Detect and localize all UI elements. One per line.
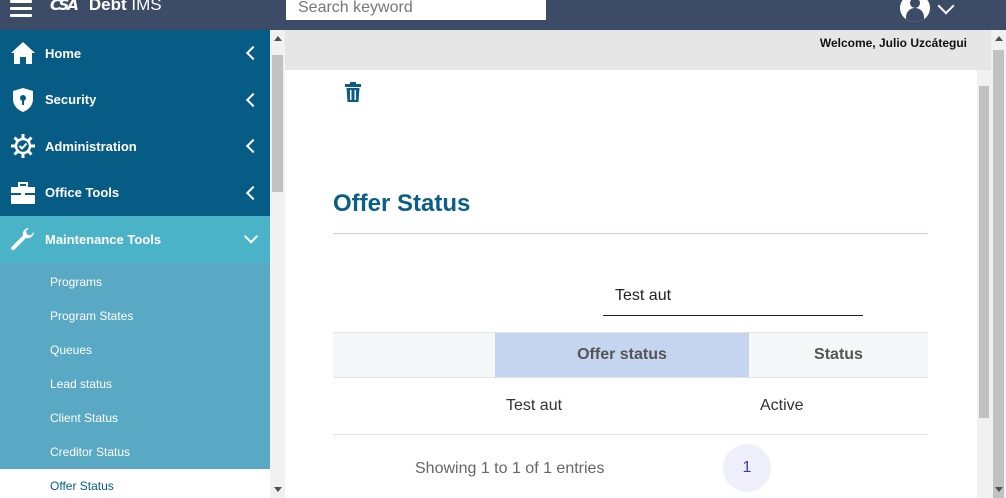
sidebar: Home Security Administration Office Tool… xyxy=(0,30,270,498)
submenu-item-programs[interactable]: Programs xyxy=(0,265,270,299)
welcome-text: Welcome, Julio Uzcátegui xyxy=(819,36,967,50)
sidebar-item-administration[interactable]: Administration xyxy=(0,123,270,170)
column-header-status[interactable]: Status xyxy=(749,333,928,377)
table-cell-offer-status: Test aut xyxy=(506,397,563,414)
hamburger-icon[interactable] xyxy=(10,0,34,20)
entries-info: Showing 1 to 1 of 1 entries xyxy=(415,460,605,477)
chevron-down-icon[interactable] xyxy=(937,0,955,15)
welcome-bar: Welcome, Julio Uzcátegui xyxy=(285,30,991,70)
sidebar-item-label: Maintenance Tools xyxy=(45,231,162,247)
page-title: Offer Status xyxy=(333,190,471,217)
scrollbar-thumb[interactable] xyxy=(272,55,283,192)
submenu-item-offer-status[interactable]: Offer Status xyxy=(0,468,270,498)
sidebar-item-maintenance-tools[interactable]: Maintenance Tools xyxy=(0,216,270,263)
wrench-icon xyxy=(10,226,36,252)
scroll-up-arrow-icon[interactable] xyxy=(995,36,1003,41)
table-row[interactable]: Test aut Active xyxy=(333,378,928,435)
shield-icon xyxy=(10,87,36,113)
sidebar-item-label: Office Tools xyxy=(45,185,120,201)
table-cell-status: Active xyxy=(760,397,804,414)
pagination-page-1[interactable]: 1 xyxy=(723,444,771,492)
scroll-down-arrow-icon[interactable] xyxy=(274,487,282,492)
submenu-item-client-status[interactable]: Client Status xyxy=(0,401,270,435)
column-header-actions xyxy=(333,333,495,377)
sidebar-scrollbar[interactable] xyxy=(270,30,285,498)
logo-mark: CSA xyxy=(50,0,79,14)
chevron-down-icon xyxy=(243,229,259,244)
user-avatar-icon[interactable] xyxy=(900,0,930,22)
submenu-maintenance-tools: Programs Program States Queues Lead stat… xyxy=(0,263,270,498)
chevron-left-icon xyxy=(245,46,261,61)
sidebar-item-label: Home xyxy=(45,45,82,61)
app-logo[interactable]: CSA Debt IMS xyxy=(50,0,162,16)
submenu-item-creditor-status[interactable]: Creditor Status xyxy=(0,435,270,469)
sidebar-item-home[interactable]: Home xyxy=(0,30,270,77)
main-content: Offer Status Offer status Status Test au… xyxy=(285,70,977,498)
divider xyxy=(333,233,928,234)
scroll-down-arrow-icon[interactable] xyxy=(995,487,1003,492)
chevron-left-icon xyxy=(245,185,261,200)
sidebar-item-security[interactable]: Security xyxy=(0,76,270,123)
user-menu[interactable] xyxy=(898,0,962,22)
scrollbar-thumb[interactable] xyxy=(979,86,989,418)
sidebar-item-label: Security xyxy=(45,92,97,108)
submenu-item-program-states[interactable]: Program States xyxy=(0,299,270,333)
sidebar-item-office-tools[interactable]: Office Tools xyxy=(0,169,270,216)
top-bar: CSA Debt IMS xyxy=(0,0,1006,30)
table-cell-actions xyxy=(333,378,495,434)
chevron-left-icon xyxy=(245,139,261,154)
content-scrollbar[interactable] xyxy=(977,70,991,498)
sidebar-item-label: Administration xyxy=(45,138,137,154)
app-name: Debt IMS xyxy=(88,0,162,14)
table-header: Offer status Status xyxy=(333,332,928,378)
briefcase-icon xyxy=(10,180,36,206)
gear-icon xyxy=(10,133,36,159)
submenu-item-queues[interactable]: Queues xyxy=(0,333,270,367)
column-header-offer-status[interactable]: Offer status xyxy=(495,333,749,377)
search-input[interactable] xyxy=(286,0,546,20)
home-icon xyxy=(10,40,36,66)
page-scrollbar[interactable] xyxy=(991,30,1006,498)
trash-icon[interactable] xyxy=(345,82,361,102)
scrollbar-thumb[interactable] xyxy=(993,50,1004,498)
chevron-left-icon xyxy=(245,92,261,107)
filter-input[interactable] xyxy=(603,276,863,316)
scroll-up-arrow-icon[interactable] xyxy=(274,36,282,41)
offer-status-table: Offer status Status Test aut Active xyxy=(333,332,928,435)
submenu-item-lead-status[interactable]: Lead status xyxy=(0,367,270,401)
